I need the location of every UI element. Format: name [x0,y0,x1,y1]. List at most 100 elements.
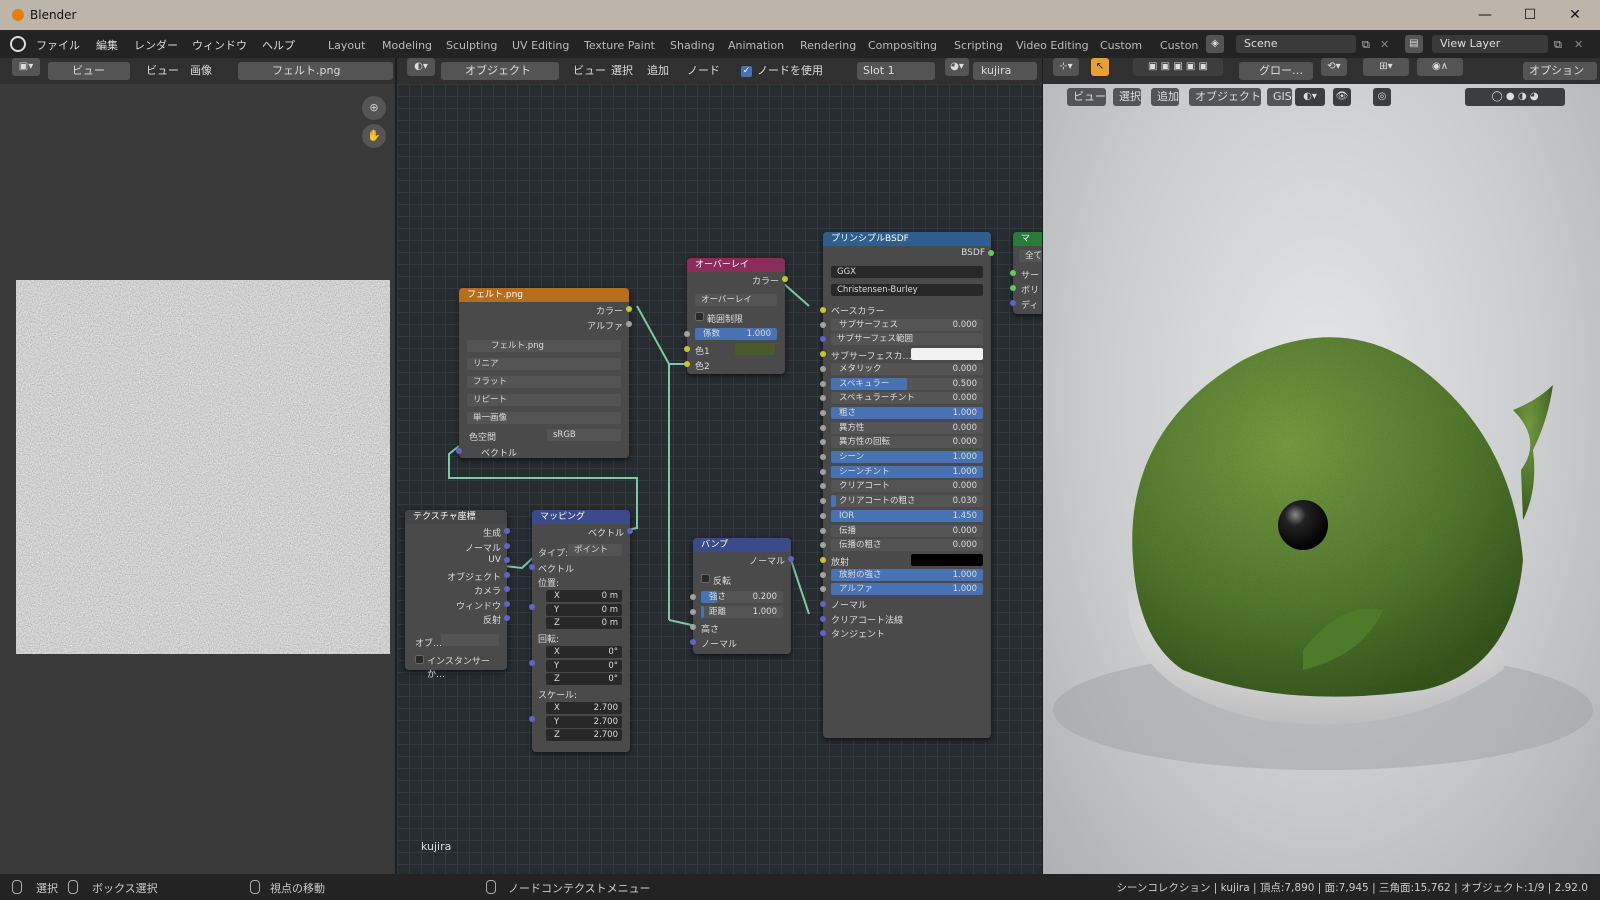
zoom-icon[interactable]: ⊕ [362,96,386,120]
blender-menu-icon[interactable] [10,36,26,52]
node-menu-select[interactable]: 選択 [611,62,633,80]
subsurface-method-dropdown[interactable]: Christensen-Burley [831,284,983,296]
workspace-tab[interactable]: Layout [328,39,365,52]
proportional-edit-icon[interactable]: ◉∧ [1417,58,1463,76]
vector-socket[interactable] [529,604,535,610]
bsdf-input-socket[interactable] [820,571,826,578]
vector-field[interactable]: X 0 m [546,590,622,602]
select-mode-icons[interactable]: ▣ ▣ ▣ ▣ ▣ [1133,58,1223,76]
texcoord-output-socket[interactable] [504,542,510,549]
view-layer-field[interactable]: View Layer [1432,35,1548,53]
overlay-icon[interactable]: ◎ [1373,88,1391,106]
bsdf-input-slider[interactable]: シーン 1.000 [831,451,983,463]
bsdf-input-slider[interactable]: IOR 1.450 [831,509,983,522]
vector-socket[interactable] [529,716,535,722]
fac-slider[interactable]: 係数 1.000 [695,328,777,340]
vector-field[interactable]: Y 0° [546,659,622,672]
slot-dropdown[interactable]: Slot 1 [857,62,935,80]
bsdf-input-socket[interactable] [820,454,826,460]
socket-color1-in[interactable] [684,346,690,352]
bsdf-input-slider[interactable]: シーンチント 1.000 [831,465,983,478]
viewport-menu-item[interactable]: 追加 [1151,88,1179,106]
bsdf-input-socket[interactable] [820,365,826,372]
bsdf-input-socket[interactable] [820,321,826,328]
3d-viewport[interactable]: ビュー 選択 追加 オブジェクト GIS ◐▾ 👁 ◎ ◯ ● ◑ ◕ [1043,84,1600,874]
bsdf-input-socket[interactable] [820,483,826,490]
menu-item[interactable]: 編集 [96,37,118,53]
bsdf-input-socket[interactable] [820,615,826,622]
node-menu-view[interactable]: ビュー [573,62,606,80]
new-scene-icon[interactable]: ⧉ [1362,38,1370,52]
scene-icon[interactable]: ◈ [1206,35,1224,53]
viewport-menu-item[interactable]: オブジェクト [1189,88,1261,106]
bsdf-input-socket[interactable] [820,380,826,387]
bsdf-input-slider[interactable]: 放射の強さ 1.000 [831,568,983,581]
socket-vector-in[interactable] [456,448,462,454]
bsdf-input-socket[interactable] [820,336,826,343]
strength-slider[interactable]: 強さ 0.200 [701,591,783,603]
view-layer-icon[interactable]: ▤ [1405,35,1423,53]
bump-node[interactable]: バンプ ノーマル 反転 強さ 0.200 距離 1.000 高さ ノーマル [690,538,794,654]
source-dropdown[interactable]: 単一画像 [467,412,621,424]
vector-field[interactable]: Z 2.700 [546,729,622,741]
delete-scene-icon[interactable]: ✕ [1380,38,1389,51]
menu-image[interactable]: 画像 [190,62,212,80]
bsdf-input-slider[interactable]: スペキュラーチント 0.000 [831,392,983,405]
viewport-menu-item[interactable]: 選択 [1113,88,1141,106]
socket-mapping-vector-in[interactable] [529,564,535,570]
socket-height-in[interactable] [690,624,696,630]
bsdf-input-slider[interactable]: 粗さ 1.000 [831,406,983,419]
material-name[interactable]: kujira [973,62,1037,80]
material-output-node[interactable]: マ 全て サー ボリ ディ [1010,232,1042,314]
socket-distance-in[interactable] [690,609,696,615]
shader-type-dropdown[interactable]: オブジェクト [441,62,559,80]
vector-field[interactable]: X 2.700 [546,702,622,714]
maximize-button[interactable]: ☐ [1510,4,1550,26]
socket-alpha-out[interactable] [626,321,632,327]
bsdf-input-socket[interactable] [820,351,826,358]
new-view-layer-icon[interactable]: ⧉ [1554,38,1562,52]
bsdf-input-slider[interactable]: 伝播 0.000 [831,524,983,537]
menu-view[interactable]: ビュー [146,62,179,80]
bsdf-input-slider[interactable]: メタリック 0.000 [831,362,983,375]
close-button[interactable]: ✕ [1555,4,1595,26]
workspace-tab[interactable]: Custom [1100,39,1142,52]
bsdf-input-slider[interactable]: 異方性 0.000 [831,421,983,434]
node-menu-node[interactable]: ノード [687,62,720,80]
vector-field[interactable]: Z 0 m [546,617,622,629]
texcoord-output-socket[interactable] [504,571,510,578]
socket-bump-out[interactable] [788,556,794,562]
bsdf-input-slider[interactable]: 伝播の粗さ 0.000 [831,539,983,552]
workspace-tab[interactable]: Shading [670,39,715,52]
color1-swatch[interactable] [735,343,775,355]
socket-mapping-out[interactable] [627,528,633,534]
bsdf-input-socket[interactable] [820,512,826,519]
socket-bsdf-out[interactable] [988,250,994,256]
bsdf-input-slider[interactable]: クリアコートの粗さ 0.030 [831,495,983,508]
snap-icon[interactable]: ⊞▾ [1363,58,1409,76]
bsdf-input-socket[interactable] [820,424,826,431]
bsdf-input-slider[interactable]: サブサーフェス 0.000 [831,318,983,331]
bsdf-input-socket[interactable] [820,395,826,402]
viewport-menu-item[interactable]: ビュー [1067,88,1106,106]
mapping-type-dropdown[interactable]: ポイント [568,544,622,556]
principled-bsdf-node[interactable]: プリンシプルBSDF BSDF GGX Christensen-Burley ベ… [820,232,994,738]
texcoord-output-socket[interactable] [504,586,510,592]
minimize-button[interactable]: — [1465,4,1505,26]
output-input-socket[interactable] [1010,285,1016,291]
bsdf-input-socket[interactable] [820,307,826,313]
extension-dropdown[interactable]: リピート [467,394,621,406]
workspace-tab[interactable]: Animation [728,39,784,52]
texcoord-output-socket[interactable] [504,600,510,607]
output-input-socket[interactable] [1010,300,1016,306]
image-browse[interactable]: フェルト.png [238,62,393,80]
workspace-tab[interactable]: Compositing [868,39,937,52]
shading-mode-icons[interactable]: ◯ ● ◑ ◕ [1465,88,1565,106]
bsdf-color-swatch[interactable] [911,553,983,566]
menu-item[interactable]: ヘルプ [262,37,295,53]
use-nodes-checkbox[interactable]: ✓ [741,66,752,77]
distribution-dropdown[interactable]: GGX [831,266,983,278]
bsdf-input-socket[interactable] [820,439,826,446]
menu-item[interactable]: ファイル [36,37,80,53]
bsdf-input-socket[interactable] [820,601,826,607]
